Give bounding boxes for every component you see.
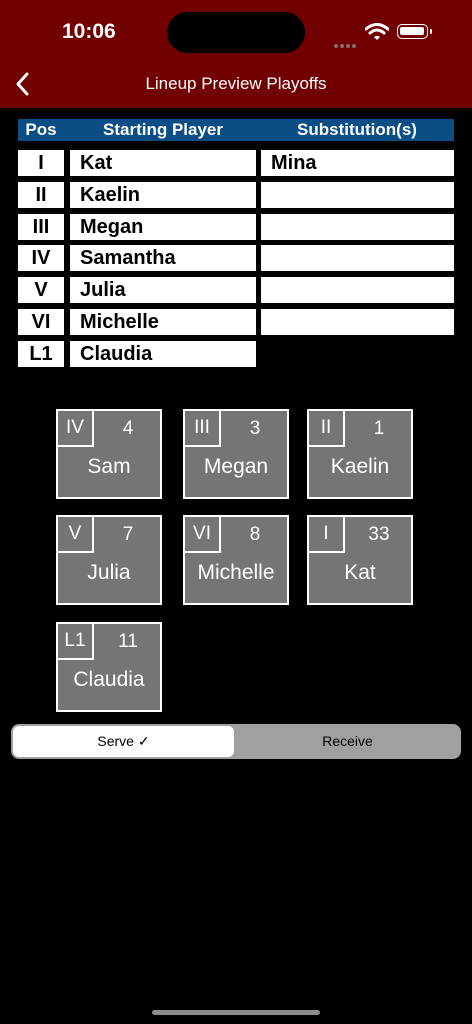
row-1-player[interactable]: Kat (70, 150, 256, 176)
row-2-pos: II (18, 182, 64, 208)
court-tile-vi[interactable]: VI 8 Michelle (183, 515, 289, 605)
header-substitutions: Substitution(s) (297, 120, 417, 139)
tile-position: I (309, 517, 345, 553)
court-tile-v[interactable]: V 7 Julia (56, 515, 162, 605)
page-title: Lineup Preview Playoffs (145, 74, 327, 93)
row-4-pos: IV (18, 245, 64, 271)
wifi-icon (365, 23, 389, 40)
court-tile-iv[interactable]: IV 4 Sam (56, 409, 162, 499)
tile-position: IV (58, 411, 94, 447)
header-pos: Pos (25, 120, 57, 139)
row-6-pos: VI (18, 309, 64, 335)
row-4-sub[interactable] (261, 245, 454, 271)
battery-icon (397, 24, 428, 39)
row-4-player[interactable]: Samantha (70, 245, 256, 271)
cellular-signal-icon (334, 35, 358, 53)
serve-receive-segmented-control: Serve ✓ Receive (11, 724, 461, 759)
tile-player-name: Kaelin (330, 455, 390, 478)
tile-number: 8 (249, 524, 261, 545)
battery-nub (430, 29, 432, 34)
tile-player-name: Megan (203, 455, 269, 478)
tile-number: 4 (122, 418, 134, 439)
home-indicator (152, 1010, 320, 1015)
row-5-pos: V (18, 277, 64, 303)
court-tile-i[interactable]: I 33 Kat (307, 515, 413, 605)
court-tile-l1[interactable]: L1 11 Claudia (56, 622, 162, 712)
header-starting-player: Starting Player (103, 120, 223, 139)
tile-number: 1 (373, 418, 385, 439)
tile-number: 33 (368, 524, 390, 545)
court-tile-ii[interactable]: II 1 Kaelin (307, 409, 413, 499)
tile-position: VI (185, 517, 221, 553)
row-6-player[interactable]: Michelle (70, 309, 256, 335)
lineup-table-header: Pos Starting Player Substitution(s) (18, 119, 454, 141)
tile-position: II (309, 411, 345, 447)
row-3-sub[interactable] (261, 214, 454, 240)
tile-number: 3 (249, 418, 261, 439)
row-1-sub[interactable]: Mina (261, 150, 454, 176)
tile-player-name: Kat (344, 561, 376, 584)
serve-segment[interactable]: Serve ✓ (13, 726, 234, 757)
tile-position: L1 (58, 624, 94, 660)
row-5-sub[interactable] (261, 277, 454, 303)
row-6-sub[interactable] (261, 309, 454, 335)
row-5-player[interactable]: Julia (70, 277, 256, 303)
tile-player-name: Sam (87, 455, 131, 478)
row-3-pos: III (18, 214, 64, 240)
nav-bar: 10:06 Lineup Preview Playoffs (0, 0, 472, 108)
tile-player-name: Julia (87, 561, 131, 584)
dynamic-island (167, 12, 305, 53)
court-tile-iii[interactable]: III 3 Megan (183, 409, 289, 499)
tile-position: III (185, 411, 221, 447)
status-time: 10:06 (62, 20, 116, 43)
row-1-pos: I (18, 150, 64, 176)
receive-segment[interactable]: Receive (236, 726, 459, 757)
tile-number: 11 (118, 631, 138, 652)
row-2-sub[interactable] (261, 182, 454, 208)
row-3-player[interactable]: Megan (70, 214, 256, 240)
tile-player-name: Claudia (73, 668, 145, 691)
row-2-player[interactable]: Kaelin (70, 182, 256, 208)
row-7-player[interactable]: Claudia (70, 341, 256, 367)
tile-player-name: Michelle (197, 561, 275, 584)
tile-position: V (58, 517, 94, 553)
row-7-pos: L1 (18, 341, 64, 367)
tile-number: 7 (122, 524, 134, 545)
